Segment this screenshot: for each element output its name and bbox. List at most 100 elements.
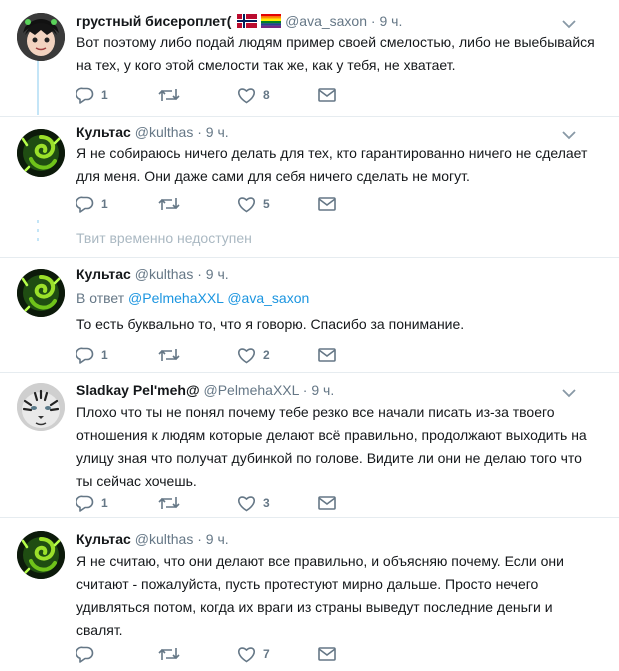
direct-message-button[interactable]: [318, 194, 336, 214]
tweet-thread: грустный бисероплет( @ava_saxon · 9 ч. В…: [0, 0, 619, 671]
reply-button[interactable]: 1: [76, 345, 108, 365]
heart-icon: [237, 196, 256, 213]
like-count: 2: [263, 348, 270, 362]
reply-mention[interactable]: @ava_saxon: [227, 290, 309, 306]
reply-count: 1: [101, 496, 108, 510]
retweet-button[interactable]: [158, 493, 187, 513]
tweet-header: Культас @kulthas · 9 ч.: [76, 530, 229, 548]
like-button[interactable]: 7: [237, 644, 270, 664]
reply-mention[interactable]: @PelmehaXXL: [128, 290, 223, 306]
reply-count: 1: [101, 348, 108, 362]
tweet[interactable]: Культас @kulthas · 9 ч. Я не собираюсь н…: [0, 117, 619, 222]
retweet-button[interactable]: [158, 194, 187, 214]
header-separator: ·: [370, 13, 376, 29]
tweet-time[interactable]: 9 ч.: [311, 382, 334, 398]
retweet-icon: [158, 87, 180, 103]
like-count: 7: [263, 647, 270, 661]
direct-message-button[interactable]: [318, 493, 336, 513]
reply-count: 1: [101, 197, 108, 211]
green-swirl-avatar[interactable]: [17, 129, 65, 177]
like-count: 3: [263, 496, 270, 510]
author-handle[interactable]: @kulthas: [135, 531, 194, 547]
tweet-header: грустный бисероплет( @ava_saxon · 9 ч.: [76, 12, 402, 32]
chevron-down-icon[interactable]: [562, 385, 576, 398]
tweet[interactable]: Культас @kulthas · 9 ч. Я не считаю, что…: [0, 518, 619, 671]
heart-icon: [237, 87, 256, 104]
reply-icon: [76, 87, 94, 104]
direct-message-button[interactable]: [318, 85, 336, 105]
reply-count: 1: [101, 88, 108, 102]
envelope-icon: [318, 197, 336, 211]
unavailable-tweet-notice: Твит временно недоступен: [76, 230, 252, 246]
tweet-time[interactable]: 9 ч.: [206, 531, 229, 547]
reply-icon: [76, 347, 94, 364]
author-name[interactable]: Культас: [76, 266, 131, 282]
envelope-icon: [318, 348, 336, 362]
tweet[interactable]: Sladkay Pel'meh@ @PelmehaXXL · 9 ч. Плох…: [0, 373, 619, 517]
direct-message-button[interactable]: [318, 644, 336, 664]
reply-button[interactable]: 1: [76, 85, 108, 105]
reply-context: В ответ @PelmehaXXL @ava_saxon: [76, 289, 309, 307]
direct-message-button[interactable]: [318, 345, 336, 365]
envelope-icon: [318, 88, 336, 102]
cartoon-avatar[interactable]: [17, 13, 65, 61]
header-separator: ·: [197, 531, 202, 547]
retweet-icon: [158, 347, 180, 363]
tweet-header: Sladkay Pel'meh@ @PelmehaXXL · 9 ч.: [76, 381, 334, 399]
header-separator: ·: [197, 266, 202, 282]
retweet-button[interactable]: [158, 85, 187, 105]
heart-icon: [237, 347, 256, 364]
like-button[interactable]: 8: [237, 85, 270, 105]
author-name[interactable]: Культас: [76, 124, 131, 140]
envelope-icon: [318, 496, 336, 510]
tweet-header: Культас @kulthas · 9 ч.: [76, 123, 229, 141]
like-button[interactable]: 3: [237, 493, 270, 513]
retweet-button[interactable]: [158, 644, 187, 664]
author-name[interactable]: грустный бисероплет(: [76, 13, 231, 29]
green-swirl-avatar[interactable]: [17, 269, 65, 317]
author-handle[interactable]: @kulthas: [135, 124, 194, 140]
chevron-down-icon[interactable]: [562, 16, 576, 29]
tweet-text: Плохо что ты не понял почему тебе резко …: [76, 404, 587, 489]
chevron-down-icon[interactable]: [562, 127, 576, 140]
reply-icon: [76, 196, 94, 213]
reply-button[interactable]: 1: [76, 493, 108, 513]
retweet-icon: [158, 196, 180, 212]
reply-button[interactable]: 1: [76, 194, 108, 214]
rainbow-flag-icon: [261, 14, 282, 32]
tweet[interactable]: Культас @kulthas · 9 ч. В ответ @Pelmeha…: [0, 258, 619, 372]
tweet[interactable]: грустный бисероплет( @ava_saxon · 9 ч. В…: [0, 0, 619, 116]
retweet-icon: [158, 646, 180, 662]
header-separator: ·: [197, 124, 202, 140]
green-swirl-avatar[interactable]: [17, 531, 65, 579]
retweet-icon: [158, 495, 180, 511]
reply-icon: [76, 646, 94, 663]
tweet-text: Вот поэтому либо подай людям пример свое…: [76, 34, 595, 73]
norway-flag-icon: [237, 14, 258, 32]
header-separator: ·: [302, 382, 308, 398]
author-handle[interactable]: @ava_saxon: [285, 13, 367, 29]
reply-icon: [76, 495, 94, 512]
tweet-time[interactable]: 9 ч.: [206, 266, 229, 282]
tiger-avatar[interactable]: [17, 383, 65, 431]
tweet-time[interactable]: 9 ч.: [206, 124, 229, 140]
heart-icon: [237, 495, 256, 512]
like-count: 8: [263, 88, 270, 102]
author-name[interactable]: Sladkay Pel'meh@: [76, 382, 200, 398]
reply-prefix: В ответ: [76, 290, 125, 306]
retweet-button[interactable]: [158, 345, 187, 365]
like-count: 5: [263, 197, 270, 211]
like-button[interactable]: 5: [237, 194, 270, 214]
envelope-icon: [318, 647, 336, 661]
tweet-text: Я не считаю, что они делают все правильн…: [76, 553, 564, 638]
author-name[interactable]: Культас: [76, 531, 131, 547]
tweet-text: Я не собираюсь ничего делать для тех, кт…: [76, 145, 588, 184]
reply-button[interactable]: [76, 644, 101, 664]
tweet-header: Культас @kulthas · 9 ч.: [76, 265, 229, 283]
heart-icon: [237, 646, 256, 663]
thread-gap: [36, 220, 40, 260]
tweet-time[interactable]: 9 ч.: [379, 13, 402, 29]
like-button[interactable]: 2: [237, 345, 270, 365]
author-handle[interactable]: @kulthas: [135, 266, 194, 282]
author-handle[interactable]: @PelmehaXXL: [203, 382, 298, 398]
